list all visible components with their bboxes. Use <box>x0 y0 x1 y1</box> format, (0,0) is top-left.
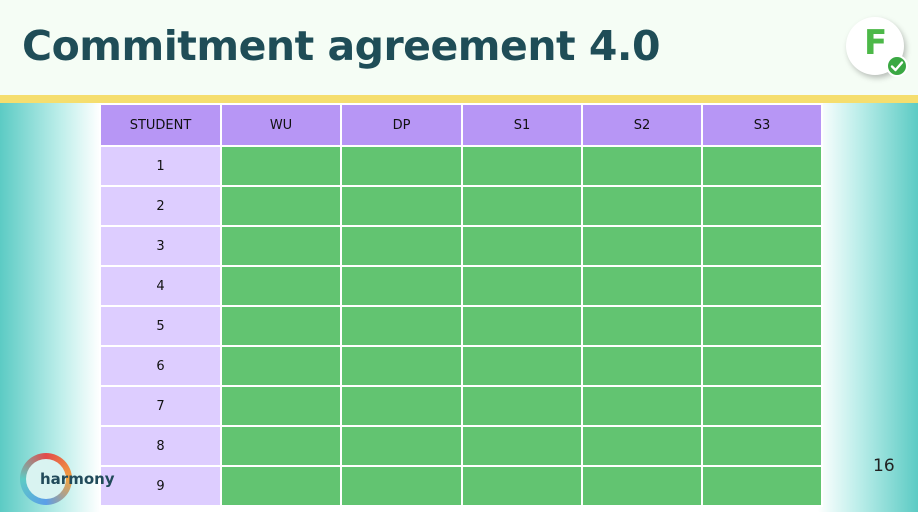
wu-cell[interactable] <box>220 265 342 307</box>
wu-cell[interactable] <box>220 345 342 387</box>
column-header-student: STUDENT <box>99 103 222 147</box>
s3-cell[interactable] <box>701 385 823 427</box>
student-number-cell: 5 <box>99 305 222 347</box>
checkmark-icon <box>886 55 908 77</box>
s1-cell[interactable] <box>461 425 583 467</box>
column-header-s3: S3 <box>701 103 823 147</box>
table-row: 1 <box>99 145 823 187</box>
dp-cell[interactable] <box>340 465 463 507</box>
s3-cell[interactable] <box>701 305 823 347</box>
table-row: 5 <box>99 305 823 347</box>
dp-cell[interactable] <box>340 265 463 307</box>
column-header-s1: S1 <box>461 103 583 147</box>
student-number-cell: 1 <box>99 145 222 187</box>
table-row: 6 <box>99 345 823 387</box>
s3-cell[interactable] <box>701 185 823 227</box>
wu-cell[interactable] <box>220 185 342 227</box>
wu-cell[interactable] <box>220 145 342 187</box>
table-row: 2 <box>99 185 823 227</box>
commitment-table: STUDENT WU DP S1 S2 S3 1 2 3 4 5 6 7 8 9 <box>99 103 823 507</box>
dp-cell[interactable] <box>340 225 463 267</box>
wu-cell[interactable] <box>220 225 342 267</box>
student-number-cell: 6 <box>99 345 222 387</box>
s1-cell[interactable] <box>461 345 583 387</box>
student-number-cell: 2 <box>99 185 222 227</box>
wu-cell[interactable] <box>220 305 342 347</box>
s2-cell[interactable] <box>581 305 703 347</box>
table-row: 3 <box>99 225 823 267</box>
s1-cell[interactable] <box>461 385 583 427</box>
column-header-wu: WU <box>220 103 342 147</box>
wu-cell[interactable] <box>220 465 342 507</box>
s2-cell[interactable] <box>581 185 703 227</box>
wu-cell[interactable] <box>220 385 342 427</box>
harmony-brand-label: harmony <box>40 470 115 488</box>
s3-cell[interactable] <box>701 225 823 267</box>
commitment-table-container: STUDENT WU DP S1 S2 S3 1 2 3 4 5 6 7 8 9 <box>99 103 823 507</box>
s1-cell[interactable] <box>461 225 583 267</box>
wu-cell[interactable] <box>220 425 342 467</box>
table-row: 8 <box>99 425 823 467</box>
table-row: 9 <box>99 465 823 507</box>
student-number-cell: 4 <box>99 265 222 307</box>
s2-cell[interactable] <box>581 265 703 307</box>
s2-cell[interactable] <box>581 145 703 187</box>
s3-cell[interactable] <box>701 265 823 307</box>
accent-bar <box>0 95 918 103</box>
s1-cell[interactable] <box>461 465 583 507</box>
student-number-cell: 3 <box>99 225 222 267</box>
s2-cell[interactable] <box>581 385 703 427</box>
logo-letter: F <box>864 23 888 63</box>
s2-cell[interactable] <box>581 345 703 387</box>
s2-cell[interactable] <box>581 225 703 267</box>
s2-cell[interactable] <box>581 465 703 507</box>
table-header-row: STUDENT WU DP S1 S2 S3 <box>99 103 823 147</box>
f-check-logo-icon: F <box>846 17 908 77</box>
dp-cell[interactable] <box>340 385 463 427</box>
table-row: 7 <box>99 385 823 427</box>
dp-cell[interactable] <box>340 305 463 347</box>
s3-cell[interactable] <box>701 345 823 387</box>
dp-cell[interactable] <box>340 145 463 187</box>
s2-cell[interactable] <box>581 425 703 467</box>
table-row: 4 <box>99 265 823 307</box>
page-number: 16 <box>873 456 895 476</box>
s1-cell[interactable] <box>461 305 583 347</box>
dp-cell[interactable] <box>340 185 463 227</box>
slide-header: Commitment agreement 4.0 F <box>0 0 918 95</box>
student-number-cell: 9 <box>99 465 222 507</box>
s3-cell[interactable] <box>701 465 823 507</box>
dp-cell[interactable] <box>340 345 463 387</box>
student-number-cell: 8 <box>99 425 222 467</box>
s1-cell[interactable] <box>461 145 583 187</box>
dp-cell[interactable] <box>340 425 463 467</box>
s3-cell[interactable] <box>701 425 823 467</box>
slide-title: Commitment agreement 4.0 <box>22 22 661 70</box>
column-header-s2: S2 <box>581 103 703 147</box>
s3-cell[interactable] <box>701 145 823 187</box>
s1-cell[interactable] <box>461 265 583 307</box>
s1-cell[interactable] <box>461 185 583 227</box>
student-number-cell: 7 <box>99 385 222 427</box>
column-header-dp: DP <box>340 103 463 147</box>
